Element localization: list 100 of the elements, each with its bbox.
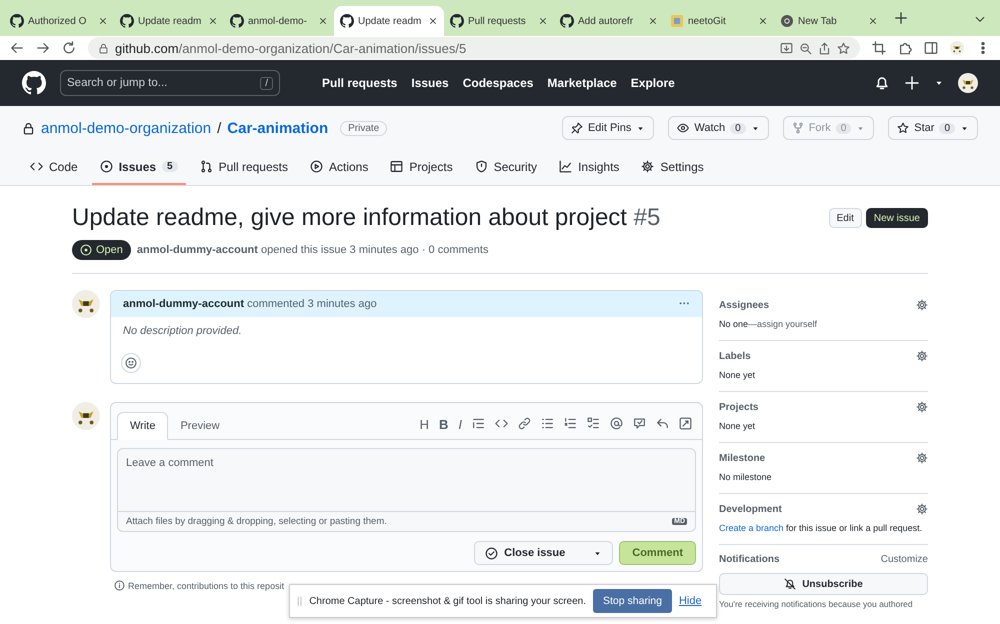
code-icon <box>30 160 43 173</box>
gear-icon[interactable] <box>916 401 928 413</box>
avatar[interactable] <box>958 73 978 93</box>
repo-tab[interactable]: Issues 5 <box>92 150 186 185</box>
nav-link[interactable]: Issues <box>411 76 449 90</box>
browser-tab[interactable]: neetoGit <box>664 6 774 36</box>
github-logo-icon[interactable] <box>22 71 46 95</box>
repo-tab[interactable]: Projects <box>382 150 461 185</box>
address-bar[interactable]: github.com/anmol-demo-organization/Car-animation/issues/5 <box>88 37 860 59</box>
comment-body: No description provided. <box>122 324 243 339</box>
close-issue-button[interactable]: Close issue <box>474 541 614 565</box>
olist-icon[interactable] <box>564 416 577 430</box>
close-icon[interactable] <box>868 16 878 26</box>
install-icon[interactable] <box>780 42 793 54</box>
nav-link[interactable]: Codespaces <box>462 76 534 90</box>
gear-icon[interactable] <box>916 452 928 464</box>
code-icon[interactable] <box>495 416 508 430</box>
repo-tab[interactable]: Settings <box>633 150 712 185</box>
avatar[interactable] <box>72 402 100 430</box>
crop-icon[interactable] <box>872 41 886 55</box>
format-button[interactable]: H <box>420 416 429 432</box>
gear-icon[interactable] <box>916 503 928 515</box>
sidebar-heading: Milestone <box>719 452 766 464</box>
browser-tab[interactable]: Add autorefr <box>554 6 664 36</box>
side-panel-icon[interactable] <box>924 41 938 55</box>
browser-tab[interactable]: Update readm <box>114 6 224 36</box>
github-logo-icon[interactable] <box>450 14 464 28</box>
nav-link[interactable]: Explore <box>630 76 675 90</box>
extensions-icon[interactable] <box>898 41 912 55</box>
editor-tab[interactable]: Write <box>117 412 168 440</box>
comment-field[interactable]: Leave a comment <box>117 448 696 512</box>
edit-button[interactable]: Edit <box>828 208 862 228</box>
reaction-button[interactable] <box>121 353 141 373</box>
github-logo-icon[interactable] <box>10 14 24 28</box>
nav-link[interactable]: Marketplace <box>547 76 617 90</box>
reply-icon[interactable] <box>656 416 669 430</box>
hide-link[interactable]: Hide <box>678 595 702 607</box>
unsubscribe-button[interactable]: Unsubscribe <box>719 573 928 595</box>
mention-icon[interactable] <box>610 416 623 430</box>
share-icon[interactable] <box>818 42 831 54</box>
list-icon[interactable] <box>541 416 554 430</box>
avatar[interactable] <box>72 290 100 318</box>
back-icon[interactable] <box>10 41 24 55</box>
expand-icon[interactable] <box>679 416 692 430</box>
chrome-icon <box>780 14 794 28</box>
quote-icon[interactable] <box>472 416 485 430</box>
close-icon[interactable] <box>648 16 658 26</box>
repo-tab[interactable]: Security <box>466 150 546 185</box>
nav-link[interactable]: Pull requests <box>322 76 398 90</box>
repo-link[interactable]: Car-animation <box>227 120 328 136</box>
browser-tab[interactable]: Pull requests <box>444 6 554 36</box>
avatar[interactable] <box>950 41 964 55</box>
format-button[interactable]: B <box>438 416 448 432</box>
browser-tab[interactable]: New Tab <box>774 6 884 36</box>
bell-off-icon <box>784 578 796 590</box>
stop-sharing-button[interactable]: Stop sharing <box>593 589 672 613</box>
link-icon[interactable] <box>518 416 531 430</box>
close-icon[interactable] <box>758 16 768 26</box>
repo-tab[interactable]: Code <box>22 150 86 185</box>
close-icon[interactable] <box>318 16 328 26</box>
reload-icon[interactable] <box>62 41 76 55</box>
repo-tab[interactable]: Insights <box>551 150 628 185</box>
comment-button[interactable]: Comment <box>619 541 696 565</box>
repo-action-button[interactable]: Watch 0 <box>668 116 769 140</box>
more-options-button[interactable]: ··· <box>679 298 690 310</box>
bell-icon[interactable] <box>874 75 890 91</box>
repo-tab[interactable]: Pull requests <box>192 150 296 185</box>
tasks-icon[interactable] <box>587 416 600 430</box>
github-logo-icon[interactable] <box>560 14 574 28</box>
close-icon[interactable] <box>538 16 548 26</box>
editor-tab[interactable]: Preview <box>168 413 232 439</box>
plus-icon[interactable] <box>904 75 920 91</box>
ref-icon[interactable] <box>633 416 646 430</box>
search-field[interactable]: Search or jump to... / <box>60 70 280 96</box>
new-issue-button[interactable]: New issue <box>866 208 928 228</box>
forward-icon[interactable] <box>36 41 50 55</box>
github-logo-icon[interactable] <box>120 14 134 28</box>
app-icon <box>670 14 684 28</box>
owner-link[interactable]: anmol-demo-organization <box>41 120 212 136</box>
create-branch-link[interactable]: Create a branch <box>719 523 784 533</box>
gear-icon[interactable] <box>916 350 928 362</box>
github-logo-icon[interactable] <box>230 14 244 28</box>
repo-action-button[interactable]: Star 0 <box>888 116 978 140</box>
sidebar-heading: Notifications <box>719 554 780 565</box>
customize-link[interactable]: Customize <box>880 554 928 565</box>
close-icon[interactable] <box>428 16 438 26</box>
gear-icon[interactable] <box>916 299 928 311</box>
check-icon <box>485 546 498 560</box>
browser-tab[interactable]: anmol-demo- <box>224 6 334 36</box>
close-icon[interactable] <box>208 16 218 26</box>
browser-tab[interactable]: Update readm <box>334 6 444 36</box>
repo-tab[interactable]: Actions <box>302 150 376 185</box>
new-tab-icon[interactable] <box>894 11 908 25</box>
zoom-icon[interactable] <box>799 42 812 54</box>
format-button[interactable]: I <box>458 416 462 432</box>
browser-tab[interactable]: Authorized O <box>4 6 114 36</box>
close-icon[interactable] <box>98 16 108 26</box>
repo-action-button[interactable]: Edit Pins <box>562 116 654 140</box>
bookmark-icon[interactable] <box>837 42 850 54</box>
github-logo-icon[interactable] <box>340 14 354 28</box>
